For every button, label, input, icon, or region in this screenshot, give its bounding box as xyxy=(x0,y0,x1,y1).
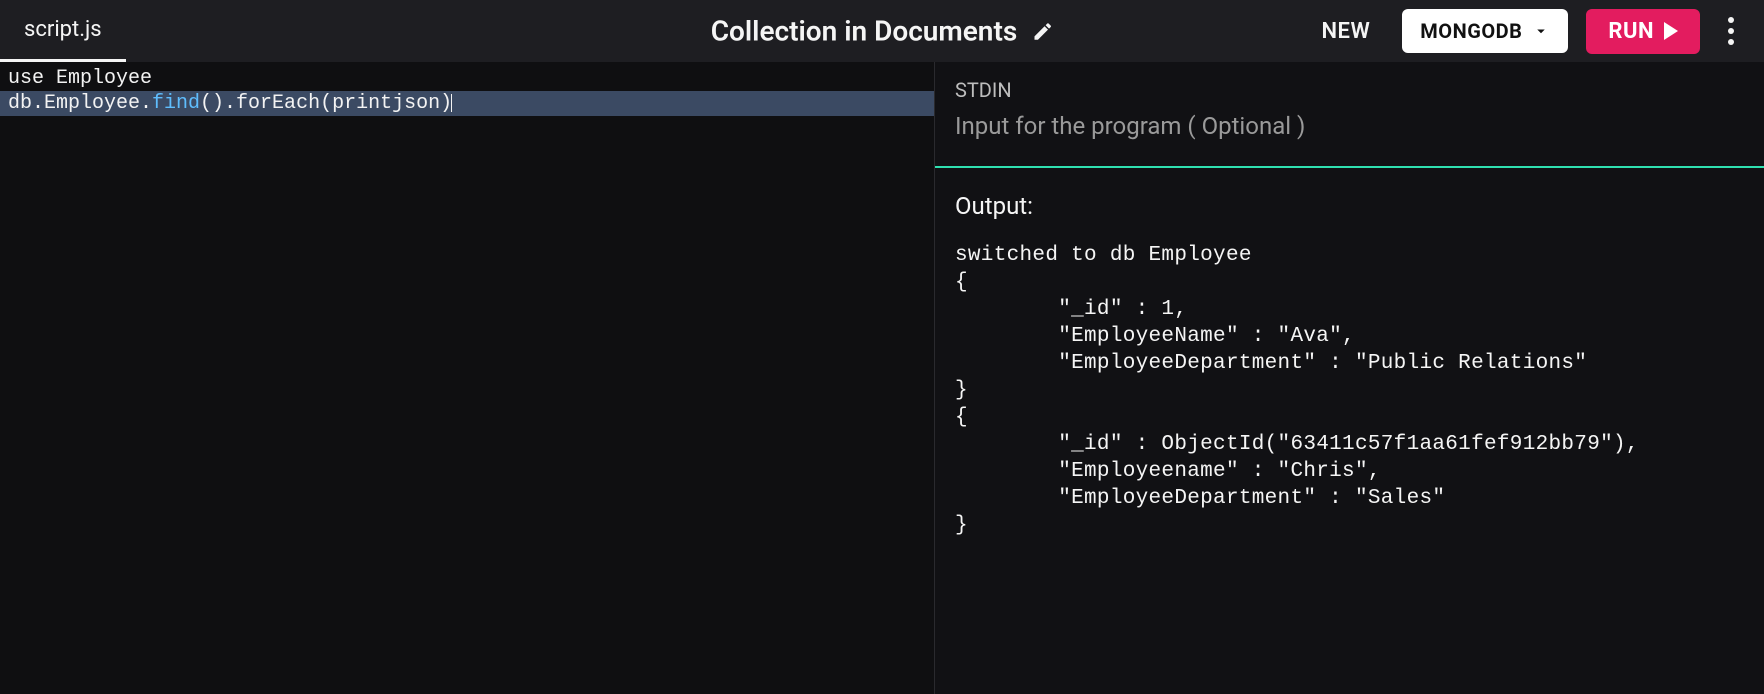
more-menu-button[interactable] xyxy=(1718,9,1744,53)
play-icon xyxy=(1664,22,1678,40)
dot-icon xyxy=(1728,28,1734,34)
new-button-label: NEW xyxy=(1321,19,1370,44)
code-fn: find xyxy=(152,92,200,115)
stdin-input[interactable] xyxy=(955,112,1744,140)
code-text: ().forEach(printjson) xyxy=(200,92,452,115)
right-controls: NEW MONGODB RUN xyxy=(1307,0,1764,62)
output-text: switched to db Employee { "_id" : 1, "Em… xyxy=(955,242,1744,539)
output-block: Output: switched to db Employee { "_id" … xyxy=(935,168,1764,694)
language-select-label: MONGODB xyxy=(1420,19,1522,43)
tabs: script.js xyxy=(0,0,126,62)
language-select[interactable]: MONGODB xyxy=(1402,9,1568,53)
dot-icon xyxy=(1728,17,1734,23)
new-button[interactable]: NEW xyxy=(1307,11,1384,52)
side-pane: STDIN Output: switched to db Employee { … xyxy=(934,62,1764,694)
code-text: db.Employee. xyxy=(8,92,152,115)
code-line: use Employee xyxy=(0,66,934,91)
output-label: Output: xyxy=(955,192,1744,220)
title-wrap: Collection in Documents xyxy=(711,15,1054,48)
code-editor[interactable]: use Employee db.Employee.find().forEach(… xyxy=(0,62,934,694)
run-button[interactable]: RUN xyxy=(1586,9,1700,54)
tab-label: script.js xyxy=(24,17,102,42)
dot-icon xyxy=(1728,39,1734,45)
tab-scriptjs[interactable]: script.js xyxy=(0,0,126,62)
top-bar: script.js Collection in Documents NEW MO… xyxy=(0,0,1764,62)
run-button-label: RUN xyxy=(1608,19,1654,44)
stdin-label: STDIN xyxy=(955,78,1744,102)
code-text: use Employee xyxy=(8,67,152,90)
cursor-caret xyxy=(451,94,452,112)
stdin-block: STDIN xyxy=(935,62,1764,166)
chevron-down-icon xyxy=(1532,22,1550,40)
workspace: use Employee db.Employee.find().forEach(… xyxy=(0,62,1764,694)
page-title: Collection in Documents xyxy=(711,15,1018,48)
edit-title-icon[interactable] xyxy=(1031,20,1053,42)
code-line-active: db.Employee.find().forEach(printjson) xyxy=(0,91,934,116)
